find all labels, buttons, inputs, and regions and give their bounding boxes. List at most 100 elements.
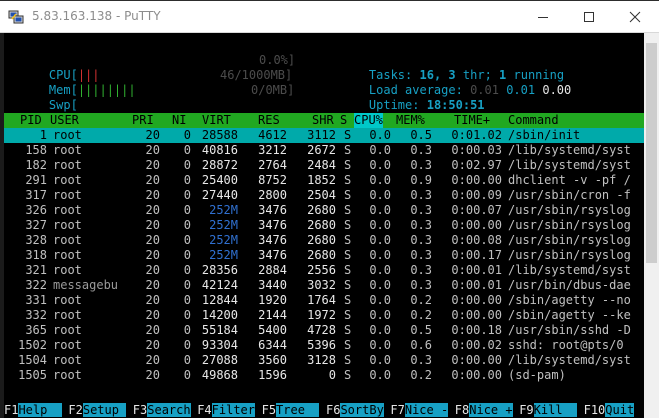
cell-pri: 20 — [145, 218, 160, 232]
function-key-code: F10 — [583, 403, 606, 417]
col-shr[interactable]: SHR — [312, 113, 334, 128]
cell-cmd: /lib/systemd/syst — [508, 353, 631, 367]
function-key-f1[interactable]: F1Help — [4, 403, 62, 418]
cell-s: S — [344, 128, 352, 142]
cell-cmd: dhclient -v -pf / — [508, 173, 631, 187]
process-row[interactable]: 327 root 20 0 252M 3476 2680 S 0.0 0.3 0:00.00/usr… — [4, 218, 644, 233]
cell-ni: 0 — [183, 218, 191, 232]
col-time[interactable]: TIME+ — [454, 113, 490, 128]
function-key-code: F9 — [519, 403, 534, 417]
function-key-f3[interactable]: F3Search — [132, 403, 191, 418]
process-row[interactable]: 365 root 20 0 55184 5400 4728 S 0.0 0.5 0:00.18/us… — [4, 323, 644, 338]
function-key-f8[interactable]: F8Nice + — [454, 403, 513, 418]
cell-cmd: (sd-pam) — [508, 368, 566, 382]
col-pri[interactable]: PRI — [132, 113, 154, 128]
cell-s: S — [344, 338, 352, 352]
cell-ni: 0 — [183, 128, 191, 142]
cell-mem: 0.3 — [410, 188, 432, 202]
cell-pid: 322 — [25, 278, 47, 292]
col-ni[interactable]: NI — [172, 113, 186, 128]
function-key-code: F2 — [68, 403, 83, 417]
cell-res: 1920 — [258, 293, 287, 307]
cell-shr: 2556 — [307, 263, 336, 277]
col-user[interactable]: USER — [50, 113, 79, 128]
function-key-f7[interactable]: F7Nice - — [390, 403, 449, 418]
function-key-f5[interactable]: F5Tree — [261, 403, 320, 418]
minimize-icon — [538, 16, 548, 18]
function-key-f6[interactable]: F6SortBy — [326, 403, 384, 418]
function-key-label: Filter — [211, 403, 255, 417]
close-button[interactable] — [612, 2, 658, 31]
process-row[interactable]: 322 messagebu 20 0 42124 3440 3032 S 0.0 0.3 0:00.… — [4, 278, 644, 293]
col-cpu[interactable]: CPU% — [354, 113, 383, 128]
cell-time: 0:00.00 — [451, 218, 502, 232]
cell-virt: 28356 — [201, 263, 238, 277]
process-row[interactable]: 328 root 20 0 252M 3476 2680 S 0.0 0.3 0:00.08/usr… — [4, 233, 644, 248]
cell-shr: 2484 — [307, 158, 336, 172]
cell-ni: 0 — [183, 338, 191, 352]
function-key-f4[interactable]: F4Filter — [197, 403, 255, 418]
cell-res: 1596 — [258, 368, 287, 382]
col-mem[interactable]: MEM% — [396, 113, 425, 128]
scrollbar[interactable] — [644, 33, 659, 418]
uptime-value: 18:50:51 — [426, 98, 485, 112]
process-row[interactable]: 1505 root 20 0 49868 1596 0 S 0.0 0.2 0:00.00 (sd-p… — [4, 368, 644, 383]
process-row[interactable]: 332 root 20 0 14200 2144 1972 S 0.0 0.2 0:00.00/sb… — [4, 308, 644, 323]
cell-mem: 0.2 — [410, 293, 432, 307]
process-row[interactable]: 1 root 20 0 28588 4612 3112 S 0.0 0.5 0:01.02/sbin… — [4, 128, 644, 143]
cell-user: root — [53, 128, 82, 142]
cell-s: S — [344, 248, 352, 262]
minimize-button[interactable] — [520, 2, 566, 31]
col-virt[interactable]: VIRT — [202, 113, 231, 128]
cell-s: S — [344, 263, 352, 277]
function-key-label: Search — [147, 403, 191, 417]
cell-cmd: sshd: root@pts/0 — [508, 338, 624, 352]
cell-ni: 0 — [183, 233, 191, 247]
process-row[interactable]: 182 root 20 0 28872 2764 2484 S 0.0 0.3 0:02.97/li… — [4, 158, 644, 173]
process-row[interactable]: 1502 root 20 0 93304 6344 5396 S 0.0 0.6 0:00.02 ss… — [4, 338, 644, 353]
cell-pri: 20 — [145, 323, 160, 337]
col-s[interactable]: S — [340, 113, 347, 128]
function-key-f9[interactable]: F9Kill — [519, 403, 577, 418]
cell-res: 3212 — [258, 143, 287, 157]
process-row[interactable]: 321 root 20 0 28356 2884 2556 S 0.0 0.3 0:00.01/li… — [4, 263, 644, 278]
cell-pid: 328 — [25, 233, 47, 247]
process-row[interactable]: 326 root 20 0 252M 3476 2680 S 0.0 0.3 0:00.07/usr… — [4, 203, 644, 218]
function-key-label: Quit — [605, 403, 635, 417]
cell-pri: 20 — [145, 248, 160, 262]
cell-time: 0:01.02 — [451, 128, 502, 142]
function-key-f2[interactable]: F2Setup — [68, 403, 127, 418]
function-key-code: F1 — [4, 403, 19, 417]
cell-pri: 20 — [145, 143, 160, 157]
cell-pid: 1505 — [18, 368, 47, 382]
cell-pid: 1504 — [18, 353, 47, 367]
cell-virt: 27088 — [201, 353, 238, 367]
process-row[interactable]: 291 root 20 0 25400 8752 1852 S 0.0 0.9 0:00.00 dhc… — [4, 173, 644, 188]
window-titlebar[interactable]: 5.83.163.138 - PuTTY — [0, 1, 659, 33]
cell-cmd: /usr/sbin/rsyslog — [508, 233, 631, 247]
cell-shr: 4728 — [307, 323, 336, 337]
cell-pri: 20 — [145, 158, 160, 172]
cell-pid: 291 — [25, 173, 47, 187]
function-key-f10[interactable]: F10Quit — [583, 403, 635, 418]
scrollbar-thumb[interactable] — [646, 43, 657, 263]
process-row[interactable]: 1504 root 20 0 27088 3560 3128 S 0.0 0.3 0:00.00/l… — [4, 353, 644, 368]
putty-app-icon[interactable] — [8, 10, 24, 24]
process-row[interactable]: 158 root 20 0 40816 3212 2672 S 0.0 0.3 0:00.03/li… — [4, 143, 644, 158]
process-row[interactable]: 331 root 20 0 12844 1920 1764 S 0.0 0.2 0:00.00/sb… — [4, 293, 644, 308]
process-row[interactable]: 317 root 20 0 27440 2800 2504 S 0.0 0.3 0:00.09/us… — [4, 188, 644, 203]
process-row[interactable]: 318 root 20 0 252M 3476 2680 S 0.0 0.3 0:00.17/usr… — [4, 248, 644, 263]
cell-pid: 1 — [39, 128, 47, 142]
cell-pid: 327 — [25, 218, 47, 232]
terminal-area[interactable]: CPU[||| 0.0%] Mem[|||||||| 46/1000MB] Sw… — [4, 33, 644, 418]
cell-virt: 252M — [209, 218, 238, 232]
cell-res: 4612 — [258, 128, 287, 142]
cell-time: 0:00.02 — [451, 338, 502, 352]
col-res[interactable]: RES — [258, 113, 280, 128]
maximize-button[interactable] — [566, 2, 612, 31]
cell-ni: 0 — [183, 353, 191, 367]
cell-shr: 0 — [328, 368, 336, 382]
cell-pid: 332 — [25, 308, 47, 322]
col-command[interactable]: Command — [508, 113, 559, 128]
col-pid[interactable]: PID — [20, 113, 42, 128]
